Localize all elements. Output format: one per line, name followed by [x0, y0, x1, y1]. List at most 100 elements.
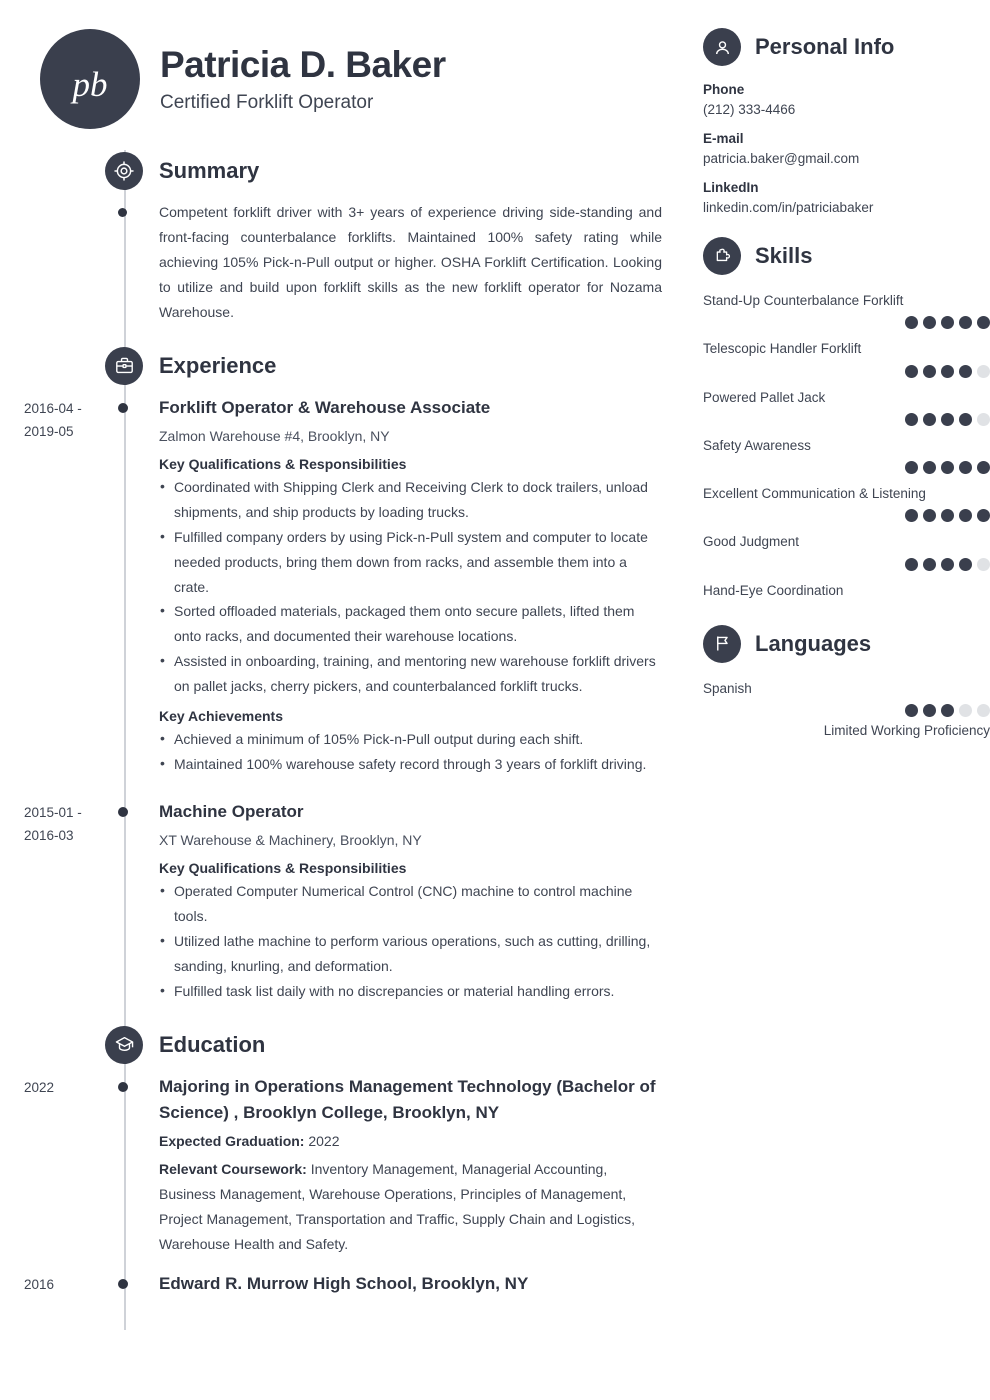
rating-dot — [977, 364, 990, 378]
field-label: E-mail — [703, 131, 744, 146]
rating-dot — [923, 364, 936, 378]
skill-item: Safety Awareness — [703, 436, 990, 475]
sidebar-title-languages: Languages — [755, 630, 872, 656]
field-value[interactable]: patricia.baker@gmail.com — [703, 151, 990, 166]
entry-date: 2016-04 - 2019-05 — [24, 400, 82, 440]
sidebar-title-personal-info: Personal Info — [755, 34, 895, 59]
entry-title: Machine Operator — [159, 801, 304, 821]
field-label: LinkedIn — [703, 180, 759, 195]
rating-dot — [941, 557, 954, 571]
list-item: Achieved a minimum of 105% Pick-n-Pull o… — [159, 726, 662, 752]
rating-dot — [959, 509, 972, 523]
rating-dot — [959, 557, 972, 571]
rating-dot — [905, 412, 918, 426]
field-value[interactable]: linkedin.com/in/patriciabaker — [703, 200, 990, 215]
rating-dot — [977, 316, 990, 330]
list-item: Assisted in onboarding, training, and me… — [159, 648, 662, 699]
entry-qualifications-label: Key Qualifications & Responsibilities — [159, 860, 407, 877]
experience-entry: 2016-04 - 2019-05 Forklift Operator & Wa… — [0, 395, 690, 777]
section-title-experience: Experience — [159, 352, 277, 378]
rating-dot — [959, 461, 972, 474]
rating-dot — [923, 461, 936, 474]
entry-achievements-label: Key Achievements — [159, 708, 283, 725]
resume-header: pb Patricia D. Baker Certified Forklift … — [0, 0, 690, 130]
entry-date: 2016 — [24, 1276, 55, 1292]
briefcase-icon — [105, 346, 143, 385]
entry-title: Edward R. Murrow High School, Brooklyn, … — [159, 1273, 529, 1293]
skill-item: Good Judgment — [703, 532, 990, 571]
entry-date: 2015-01 - 2016-03 — [24, 804, 82, 844]
education-entry: 2016 Edward R. Murrow High School, Brook… — [0, 1271, 690, 1297]
timeline-dot — [118, 208, 127, 217]
skill-item: Telescopic Handler Forklift — [703, 339, 990, 378]
skill-name: Excellent Communication & Listening — [703, 486, 926, 501]
entry-title: Forklift Operator & Warehouse Associate — [159, 397, 491, 417]
rating-dot — [959, 316, 972, 330]
graduation-label: Expected Graduation: — [159, 1133, 305, 1150]
rating-dot — [923, 509, 936, 523]
timeline-dot — [117, 1081, 128, 1092]
entry-subtitle: XT Warehouse & Machinery, Brooklyn, NY — [159, 832, 422, 849]
list-item: Fulfilled task list daily with no discre… — [159, 978, 662, 1004]
sidebar-header-languages: Languages — [703, 624, 990, 663]
flag-icon — [703, 624, 741, 663]
language-rating — [703, 704, 990, 718]
rating-dot — [923, 412, 936, 426]
page-title: Patricia D. Baker — [160, 43, 446, 85]
rating-dot — [959, 704, 972, 717]
field-label: Phone — [703, 82, 745, 97]
skill-item: Excellent Communication & Listening — [703, 484, 990, 523]
experience-entry: 2015-01 - 2016-03 Machine Operator XT Wa… — [0, 799, 690, 1004]
list-item: Sorted offloaded materials, packaged the… — [159, 598, 662, 649]
rating-dot — [905, 557, 918, 571]
main-column: pb Patricia D. Baker Certified Forklift … — [0, 0, 690, 1330]
rating-dot — [941, 704, 954, 717]
avatar: pb — [40, 29, 140, 129]
resume-page: pb Patricia D. Baker Certified Forklift … — [0, 0, 990, 1400]
personal-field-linkedin: LinkedIn linkedin.com/in/patriciabaker — [703, 180, 990, 215]
name-block: Patricia D. Baker Certified Forklift Ope… — [160, 44, 446, 115]
skill-item: Powered Pallet Jack — [703, 388, 990, 427]
skill-rating — [703, 412, 990, 427]
rating-dot — [941, 461, 954, 474]
coursework-line: Relevant Coursework: Inventory Managemen… — [159, 1157, 662, 1257]
rating-dot — [977, 412, 990, 426]
personal-field-email: E-mail patricia.baker@gmail.com — [703, 131, 990, 166]
list-item: Operated Computer Numerical Control (CNC… — [159, 878, 662, 929]
list-item: Fulfilled company orders by using Pick-n… — [159, 524, 662, 600]
skill-rating — [703, 509, 990, 523]
summary-entry: Competent forklift driver with 3+ years … — [0, 200, 690, 325]
user-icon — [703, 28, 741, 66]
skill-item: Hand-Eye Coordination — [703, 581, 990, 601]
rating-dot — [977, 461, 990, 474]
education-entry: 2022 Majoring in Operations Management T… — [0, 1074, 690, 1257]
graduation-cap-icon — [105, 1025, 143, 1064]
section-header-education: Education — [105, 1025, 690, 1064]
rating-dot — [977, 509, 990, 523]
skill-rating — [703, 316, 990, 330]
skill-name: Safety Awareness — [703, 437, 811, 453]
rating-dot — [977, 704, 990, 717]
rating-dot — [923, 704, 936, 717]
skill-rating — [703, 364, 990, 379]
rating-dot — [941, 364, 954, 378]
skill-name: Powered Pallet Jack — [703, 389, 826, 405]
rating-dot — [905, 316, 918, 330]
rating-dot — [923, 557, 936, 571]
list-item: Maintained 100% warehouse safety record … — [159, 751, 662, 777]
sidebar: Personal Info Phone (212) 333-4466 E-mai… — [703, 0, 990, 747]
sidebar-title-skills: Skills — [755, 243, 813, 268]
rating-dot — [977, 557, 990, 571]
language-level: Limited Working Proficiency — [823, 723, 990, 738]
skill-name: Stand-Up Counterbalance Forklift — [703, 293, 904, 308]
graduation-value: 2022 — [308, 1133, 340, 1150]
entry-qualifications-list: Coordinated with Shipping Clerk and Rece… — [159, 474, 662, 699]
rating-dot — [941, 412, 954, 426]
skill-name: Good Judgment — [703, 534, 800, 550]
section-title-summary: Summary — [159, 158, 260, 183]
rating-dot — [905, 509, 918, 523]
summary-text: Competent forklift driver with 3+ years … — [159, 204, 662, 320]
rating-dot — [905, 704, 918, 717]
rating-dot — [941, 509, 954, 523]
sidebar-header-personal-info: Personal Info — [703, 28, 990, 66]
